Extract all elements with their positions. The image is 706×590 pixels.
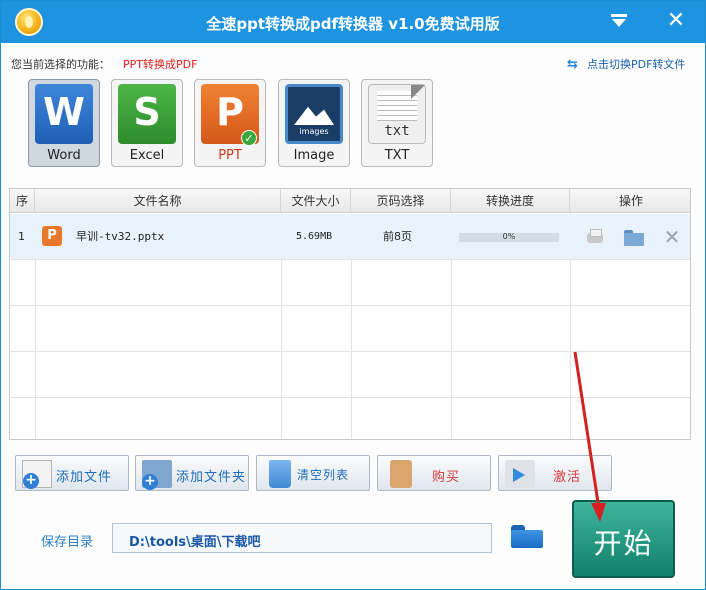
format-label-excel: Excel (129, 148, 165, 163)
header-progress: 转换进度 (451, 189, 570, 213)
add-folder-icon: + (142, 460, 172, 490)
print-icon[interactable] (585, 227, 605, 247)
save-dir-path: D:\tools\桌面\下载吧 (129, 535, 261, 550)
add-file-button[interactable]: + 添加文件 (15, 455, 129, 491)
header-file-size: 文件大小 (281, 189, 351, 213)
format-label-txt: TXT (384, 148, 410, 163)
file-table: 序 文件名称 文件大小 页码选择 转换进度 操作 1 P 早训-tv32.ppt… (9, 188, 691, 440)
file-name: 早训-tv32.pptx (76, 230, 165, 243)
format-tile-ppt[interactable]: P ✓ PPT (194, 79, 266, 167)
format-tile-excel[interactable]: S Excel (111, 79, 183, 167)
close-icon[interactable]: ✕ (666, 10, 686, 32)
format-tile-txt[interactable]: txt TXT (361, 79, 433, 167)
progress-bar: 0% (459, 232, 559, 242)
switch-arrows-icon: ⇆ (567, 57, 578, 72)
switch-mode-link[interactable]: ⇆ 点击切换PDF转文件 (567, 56, 685, 72)
add-file-icon: + (22, 460, 52, 489)
format-tile-image[interactable]: images Image (278, 79, 350, 167)
header-page-select: 页码选择 (351, 189, 451, 213)
format-tile-word[interactable]: W Word (28, 79, 100, 167)
table-row[interactable]: 1 P 早训-tv32.pptx 5.69MB 前8页 0% ✕ (10, 214, 690, 259)
function-value: PPT转换成PDF (123, 58, 198, 71)
page-select[interactable]: 前8页 (383, 214, 412, 259)
row-index: 1 (18, 230, 25, 243)
start-button[interactable]: 开始 (572, 500, 675, 578)
activate-button[interactable]: 激活 (498, 455, 612, 491)
trash-icon (269, 460, 291, 488)
title-bar[interactable]: 全速ppt转换成pdf转换器 v1.0免费试用版 ✕ (1, 1, 705, 43)
word-icon: W (35, 84, 93, 144)
activate-label: 激活 (553, 470, 582, 485)
add-folder-button[interactable]: + 添加文件夹 (135, 455, 249, 491)
format-label-word: Word (47, 148, 81, 163)
header-actions: 操作 (618, 194, 643, 208)
pptx-file-icon: P (42, 226, 62, 246)
open-folder-icon[interactable] (624, 227, 644, 247)
add-folder-label: 添加文件夹 (176, 470, 247, 485)
progress-text: 0% (502, 232, 516, 241)
save-dir-label: 保存目录 (41, 535, 94, 550)
image-icon: images (285, 84, 343, 144)
checkmark-icon: ✓ (241, 130, 257, 146)
format-label-image: Image (293, 148, 335, 163)
start-label: 开始 (593, 527, 654, 560)
save-dir-field[interactable]: D:\tools\桌面\下载吧 (112, 523, 492, 553)
clear-list-button[interactable]: 清空列表 (256, 455, 370, 491)
delete-icon[interactable]: ✕ (662, 227, 682, 247)
activate-arrow-icon (505, 460, 535, 488)
shopping-bag-icon (390, 460, 412, 488)
function-label: 您当前选择的功能： (11, 58, 110, 71)
switch-mode-label: 点击切换PDF转文件 (587, 58, 686, 71)
header-index: 序 (10, 189, 35, 213)
txt-icon: txt (368, 84, 426, 144)
table-header: 序 文件名称 文件大小 页码选择 转换进度 操作 (10, 189, 690, 213)
menu-dropdown-icon[interactable] (609, 11, 629, 31)
browse-folder-icon[interactable] (511, 523, 543, 551)
excel-icon: S (118, 84, 176, 144)
clear-list-label: 清空列表 (297, 468, 350, 482)
buy-button[interactable]: 购买 (377, 455, 491, 491)
window-title: 全速ppt转换成pdf转换器 v1.0免费试用版 (206, 15, 500, 33)
format-label-ppt: PPT (218, 148, 242, 163)
buy-label: 购买 (432, 470, 461, 485)
header-file-name: 文件名称 (35, 189, 281, 213)
add-file-label: 添加文件 (56, 470, 113, 485)
file-size: 5.69MB (296, 231, 333, 242)
app-window: 全速ppt转换成pdf转换器 v1.0免费试用版 ✕ 您当前选择的功能： PPT… (0, 0, 706, 590)
